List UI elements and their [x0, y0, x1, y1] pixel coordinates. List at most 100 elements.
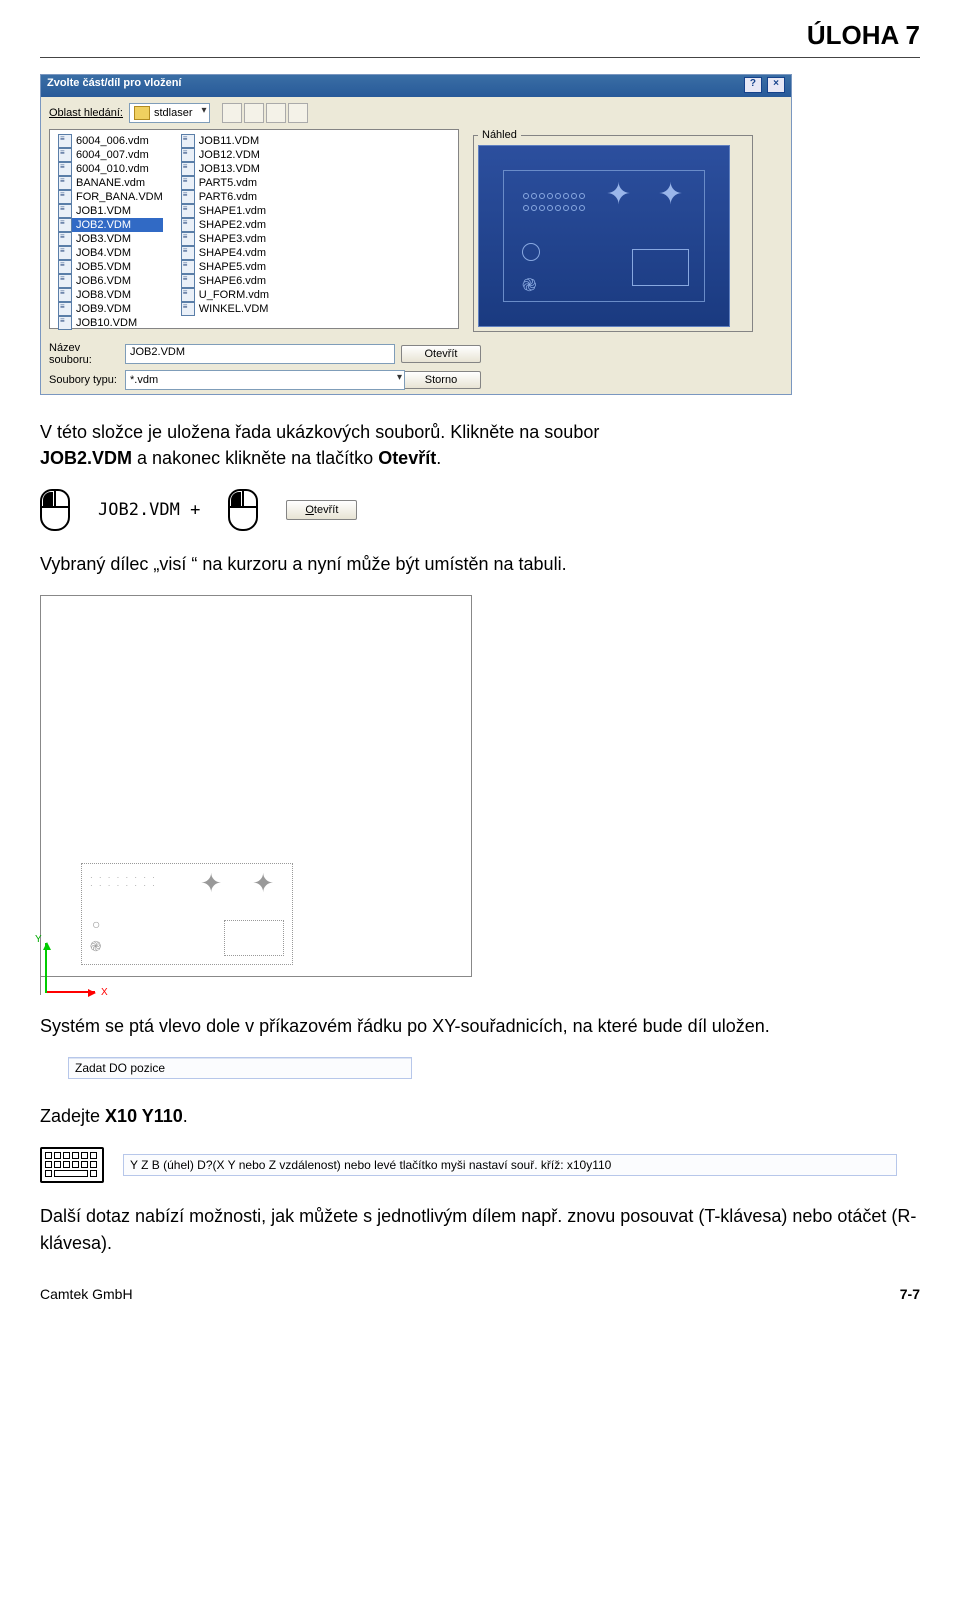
back-icon[interactable]: [222, 103, 242, 123]
file-item[interactable]: JOB3.VDM: [58, 232, 163, 246]
file-icon: [58, 232, 72, 246]
footer-left: Camtek GmbH: [40, 1286, 133, 1302]
file-name: 6004_007.vdm: [76, 149, 149, 161]
file-item[interactable]: JOB2.VDM: [58, 218, 163, 232]
preview-dots-icon: [522, 191, 592, 213]
file-name: SHAPE2.vdm: [199, 219, 266, 231]
up-icon[interactable]: [244, 103, 264, 123]
file-name: PART5.vdm: [199, 177, 257, 189]
file-item[interactable]: SHAPE3.vdm: [181, 232, 269, 246]
file-icon: [181, 218, 195, 232]
file-name: JOB12.VDM: [199, 149, 260, 161]
help-button[interactable]: ?: [744, 77, 762, 93]
file-name: JOB3.VDM: [76, 233, 131, 245]
file-icon: [181, 162, 195, 176]
file-name: 6004_006.vdm: [76, 135, 149, 147]
newfolder-icon[interactable]: [266, 103, 286, 123]
paragraph-3: Systém se ptá vlevo dole v příkazovém řá…: [40, 1013, 920, 1039]
command-prompt-1[interactable]: Zadat DO pozice: [68, 1057, 412, 1079]
file-list[interactable]: 6004_006.vdm 6004_007.vdm 6004_010.vdm BANA…: [49, 129, 459, 329]
file-item[interactable]: JOB5.VDM: [58, 260, 163, 274]
close-button[interactable]: ×: [767, 77, 785, 93]
file-name: JOB5.VDM: [76, 261, 131, 273]
lookin-combo[interactable]: stdlaser: [129, 103, 210, 123]
lookin-label: Oblast hledání:: [49, 107, 123, 119]
open-label-rest: tevřít: [314, 504, 338, 516]
preview-group: Náhled ✦ ✦ ֎: [473, 129, 753, 332]
preview-canvas: ✦ ✦ ֎: [478, 145, 730, 327]
file-icon: [58, 246, 72, 260]
file-icon: [58, 316, 72, 330]
file-name: FOR_BANA.VDM: [76, 191, 163, 203]
file-name: SHAPE1.vdm: [199, 205, 266, 217]
file-item[interactable]: 6004_006.vdm: [58, 134, 163, 148]
file-name: JOB11.VDM: [199, 135, 259, 147]
preview-star-icon: ✦: [606, 185, 634, 213]
file-item[interactable]: PART5.vdm: [181, 176, 269, 190]
file-icon: [58, 134, 72, 148]
paragraph-5: Další dotaz nabízí možnosti, jak můžete …: [40, 1203, 920, 1255]
filetype-combo[interactable]: *.vdm: [125, 370, 405, 390]
file-item[interactable]: JOB11.VDM: [181, 134, 269, 148]
file-item[interactable]: JOB8.VDM: [58, 288, 163, 302]
file-item[interactable]: JOB12.VDM: [181, 148, 269, 162]
filename-input[interactable]: JOB2.VDM: [125, 344, 395, 364]
file-icon: [58, 176, 72, 190]
file-item[interactable]: JOB1.VDM: [58, 204, 163, 218]
file-name: JOB8.VDM: [76, 289, 131, 301]
file-icon: [181, 288, 195, 302]
open-button-inline[interactable]: Otevřít: [286, 500, 357, 520]
keyboard-icon: [40, 1147, 104, 1183]
paragraph-1: V této složce je uložena řada ukázkových…: [40, 419, 920, 471]
work-canvas: · · · · · · · ·· · · · · · · · ✦ ✦ ○ ֎ X…: [40, 595, 811, 995]
file-item[interactable]: JOB9.VDM: [58, 302, 163, 316]
command-prompt-2[interactable]: Y Z B (úhel) D?(X Y nebo Z vzdálenost) n…: [123, 1154, 897, 1176]
file-icon: [181, 176, 195, 190]
file-item[interactable]: SHAPE6.vdm: [181, 274, 269, 288]
file-icon: [181, 204, 195, 218]
folder-icon: [134, 106, 150, 120]
file-item[interactable]: 6004_010.vdm: [58, 162, 163, 176]
views-icon[interactable]: [288, 103, 308, 123]
file-item[interactable]: JOB6.VDM: [58, 274, 163, 288]
file-icon: [58, 218, 72, 232]
file-name: SHAPE5.vdm: [199, 261, 266, 273]
file-icon: [181, 302, 195, 316]
mouse-left-click-icon: [228, 489, 258, 531]
file-icon: [181, 274, 195, 288]
file-icon: [58, 162, 72, 176]
dialog-title-text: Zvolte část/díl pro vložení: [47, 77, 181, 95]
file-item[interactable]: U_FORM.vdm: [181, 288, 269, 302]
paragraph-2: Vybraný dílec „visí “ na kurzoru a nyní …: [40, 551, 920, 577]
file-icon: [181, 134, 195, 148]
filetype-label: Soubory typu:: [49, 374, 119, 386]
lookin-value: stdlaser: [154, 107, 193, 119]
file-item[interactable]: SHAPE4.vdm: [181, 246, 269, 260]
preview-star-icon: ✦: [658, 185, 686, 213]
file-item[interactable]: 6004_007.vdm: [58, 148, 163, 162]
file-item[interactable]: JOB13.VDM: [181, 162, 269, 176]
file-item[interactable]: SHAPE1.vdm: [181, 204, 269, 218]
file-item[interactable]: JOB4.VDM: [58, 246, 163, 260]
file-item[interactable]: WINKEL.VDM: [181, 302, 269, 316]
file-name: SHAPE4.vdm: [199, 247, 266, 259]
window-buttons: ? ×: [742, 77, 785, 95]
cancel-button[interactable]: Storno: [401, 371, 481, 389]
file-name: PART6.vdm: [199, 191, 257, 203]
file-item[interactable]: SHAPE2.vdm: [181, 218, 269, 232]
file-name: JOB6.VDM: [76, 275, 131, 287]
file-item[interactable]: JOB10.VDM: [58, 316, 163, 330]
file-item[interactable]: PART6.vdm: [181, 190, 269, 204]
ghost-part-outline: · · · · · · · ·· · · · · · · · ✦ ✦ ○ ֎: [81, 863, 293, 965]
file-name: SHAPE6.vdm: [199, 275, 266, 287]
page-header: ÚLOHA 7: [40, 20, 920, 58]
file-item[interactable]: BANANE.vdm: [58, 176, 163, 190]
file-name: BANANE.vdm: [76, 177, 145, 189]
file-icon: [58, 260, 72, 274]
file-item[interactable]: SHAPE5.vdm: [181, 260, 269, 274]
open-button[interactable]: Otevřít: [401, 345, 481, 363]
file-name: 6004_010.vdm: [76, 163, 149, 175]
file-item[interactable]: FOR_BANA.VDM: [58, 190, 163, 204]
preview-spiral-icon: ֎: [522, 273, 538, 289]
file-icon: [181, 148, 195, 162]
